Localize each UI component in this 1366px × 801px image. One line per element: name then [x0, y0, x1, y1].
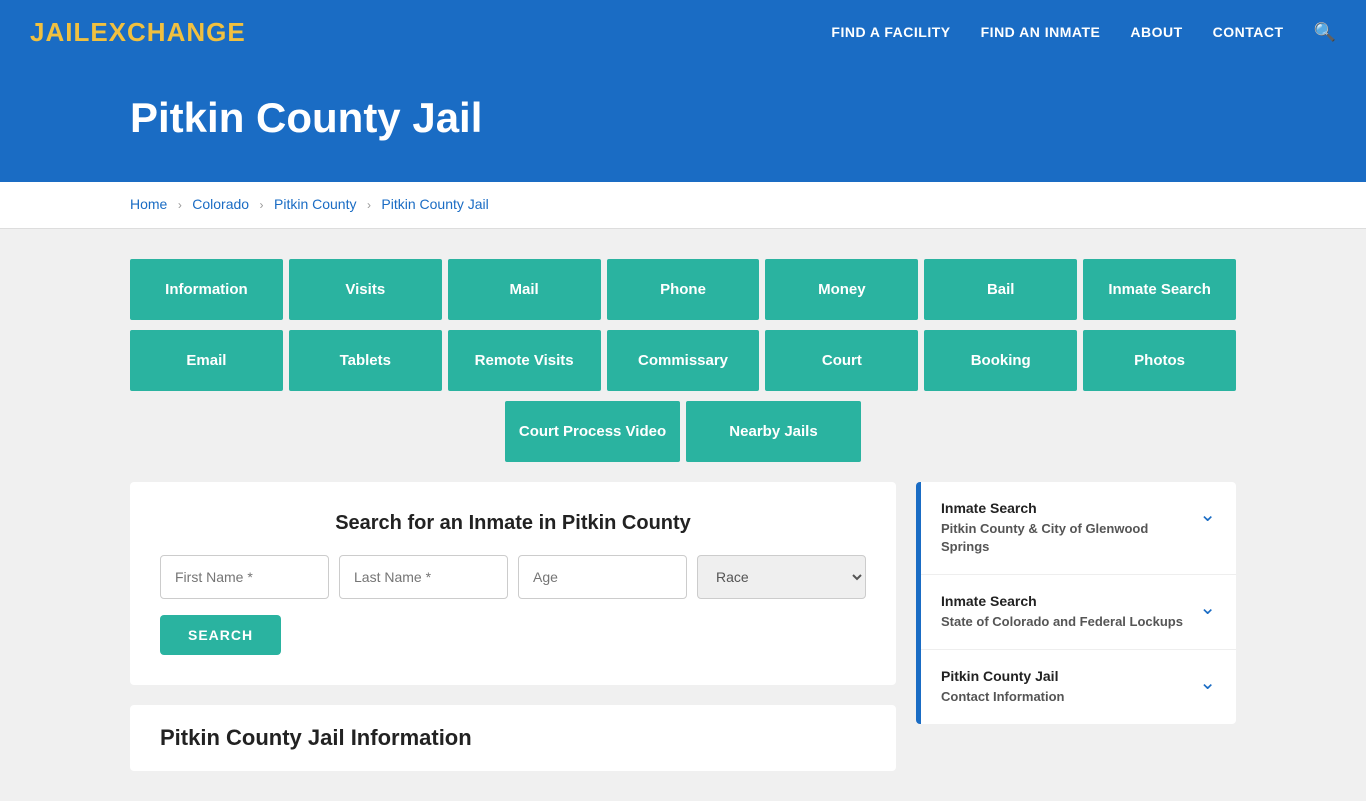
sidebar-item-3-sub: Contact Information — [941, 689, 1065, 704]
sidebar: Inmate Search Pitkin County & City of Gl… — [916, 482, 1236, 771]
page-title: Pitkin County Jail — [130, 94, 1236, 142]
btn-tablets[interactable]: Tablets — [289, 330, 442, 391]
nav-find-inmate[interactable]: FIND AN INMATE — [981, 24, 1101, 40]
navbar: JAILEXCHANGE FIND A FACILITY FIND AN INM… — [0, 0, 1366, 64]
btn-phone[interactable]: Phone — [607, 259, 760, 320]
btn-visits[interactable]: Visits — [289, 259, 442, 320]
search-icon[interactable]: 🔍 — [1314, 22, 1336, 43]
btn-nearby-jails[interactable]: Nearby Jails — [686, 401, 861, 462]
button-row-2: Email Tablets Remote Visits Commissary C… — [130, 330, 1236, 391]
nav-links: FIND A FACILITY FIND AN INMATE ABOUT CON… — [831, 22, 1336, 43]
btn-bail[interactable]: Bail — [924, 259, 1077, 320]
chevron-down-icon-1: ⌄ — [1199, 502, 1216, 527]
last-name-input[interactable] — [339, 555, 508, 599]
search-button[interactable]: SEARCH — [160, 615, 281, 655]
sidebar-item-3-text: Pitkin County Jail Contact Information — [941, 668, 1189, 706]
breadcrumb-pitkin-county[interactable]: Pitkin County — [274, 196, 356, 212]
age-input[interactable] — [518, 555, 687, 599]
hero-section: Pitkin County Jail — [0, 64, 1366, 182]
search-form: Race — [160, 555, 866, 599]
btn-email[interactable]: Email — [130, 330, 283, 391]
button-row-1: Information Visits Mail Phone Money Bail… — [130, 259, 1236, 320]
sidebar-item-2-text: Inmate Search State of Colorado and Fede… — [941, 593, 1189, 631]
breadcrumb: Home › Colorado › Pitkin County › Pitkin… — [0, 182, 1366, 229]
btn-commissary[interactable]: Commissary — [607, 330, 760, 391]
btn-court[interactable]: Court — [765, 330, 918, 391]
btn-information[interactable]: Information — [130, 259, 283, 320]
nav-about[interactable]: ABOUT — [1130, 24, 1182, 40]
race-select[interactable]: Race — [697, 555, 866, 599]
breadcrumb-colorado[interactable]: Colorado — [192, 196, 249, 212]
sidebar-item-1[interactable]: Inmate Search Pitkin County & City of Gl… — [921, 482, 1236, 575]
sidebar-item-2[interactable]: Inmate Search State of Colorado and Fede… — [921, 575, 1236, 650]
logo-exchange: EXCHANGE — [90, 17, 245, 47]
sidebar-item-1-title: Inmate Search — [941, 500, 1189, 516]
first-name-input[interactable] — [160, 555, 329, 599]
btn-mail[interactable]: Mail — [448, 259, 601, 320]
sidebar-item-1-sub: Pitkin County & City of Glenwood Springs — [941, 521, 1148, 554]
btn-inmate-search[interactable]: Inmate Search — [1083, 259, 1236, 320]
chevron-down-icon-2: ⌄ — [1199, 595, 1216, 620]
lower-section: Search for an Inmate in Pitkin County Ra… — [130, 482, 1236, 771]
sidebar-item-3[interactable]: Pitkin County Jail Contact Information ⌄ — [921, 650, 1236, 724]
breadcrumb-current: Pitkin County Jail — [381, 196, 488, 212]
sidebar-item-2-title: Inmate Search — [941, 593, 1189, 609]
btn-photos[interactable]: Photos — [1083, 330, 1236, 391]
nav-contact[interactable]: CONTACT — [1213, 24, 1284, 40]
info-title: Pitkin County Jail Information — [160, 725, 866, 751]
content-area: Information Visits Mail Phone Money Bail… — [0, 229, 1366, 801]
site-logo[interactable]: JAILEXCHANGE — [30, 17, 246, 48]
sidebar-card: Inmate Search Pitkin County & City of Gl… — [916, 482, 1236, 724]
breadcrumb-home[interactable]: Home — [130, 196, 167, 212]
search-title: Search for an Inmate in Pitkin County — [160, 512, 866, 535]
sidebar-item-1-text: Inmate Search Pitkin County & City of Gl… — [941, 500, 1189, 556]
button-row-3: Court Process Video Nearby Jails — [130, 401, 1236, 462]
info-section: Pitkin County Jail Information — [130, 705, 896, 771]
btn-booking[interactable]: Booking — [924, 330, 1077, 391]
breadcrumb-sep-3: › — [367, 198, 371, 212]
logo-jail: JAIL — [30, 17, 90, 47]
breadcrumb-sep-1: › — [178, 198, 182, 212]
btn-remote-visits[interactable]: Remote Visits — [448, 330, 601, 391]
chevron-down-icon-3: ⌄ — [1199, 670, 1216, 695]
sidebar-item-2-sub: State of Colorado and Federal Lockups — [941, 614, 1183, 629]
nav-find-facility[interactable]: FIND A FACILITY — [831, 24, 950, 40]
search-panel: Search for an Inmate in Pitkin County Ra… — [130, 482, 896, 685]
btn-court-process-video[interactable]: Court Process Video — [505, 401, 680, 462]
btn-money[interactable]: Money — [765, 259, 918, 320]
breadcrumb-sep-2: › — [260, 198, 264, 212]
sidebar-item-3-title: Pitkin County Jail — [941, 668, 1189, 684]
